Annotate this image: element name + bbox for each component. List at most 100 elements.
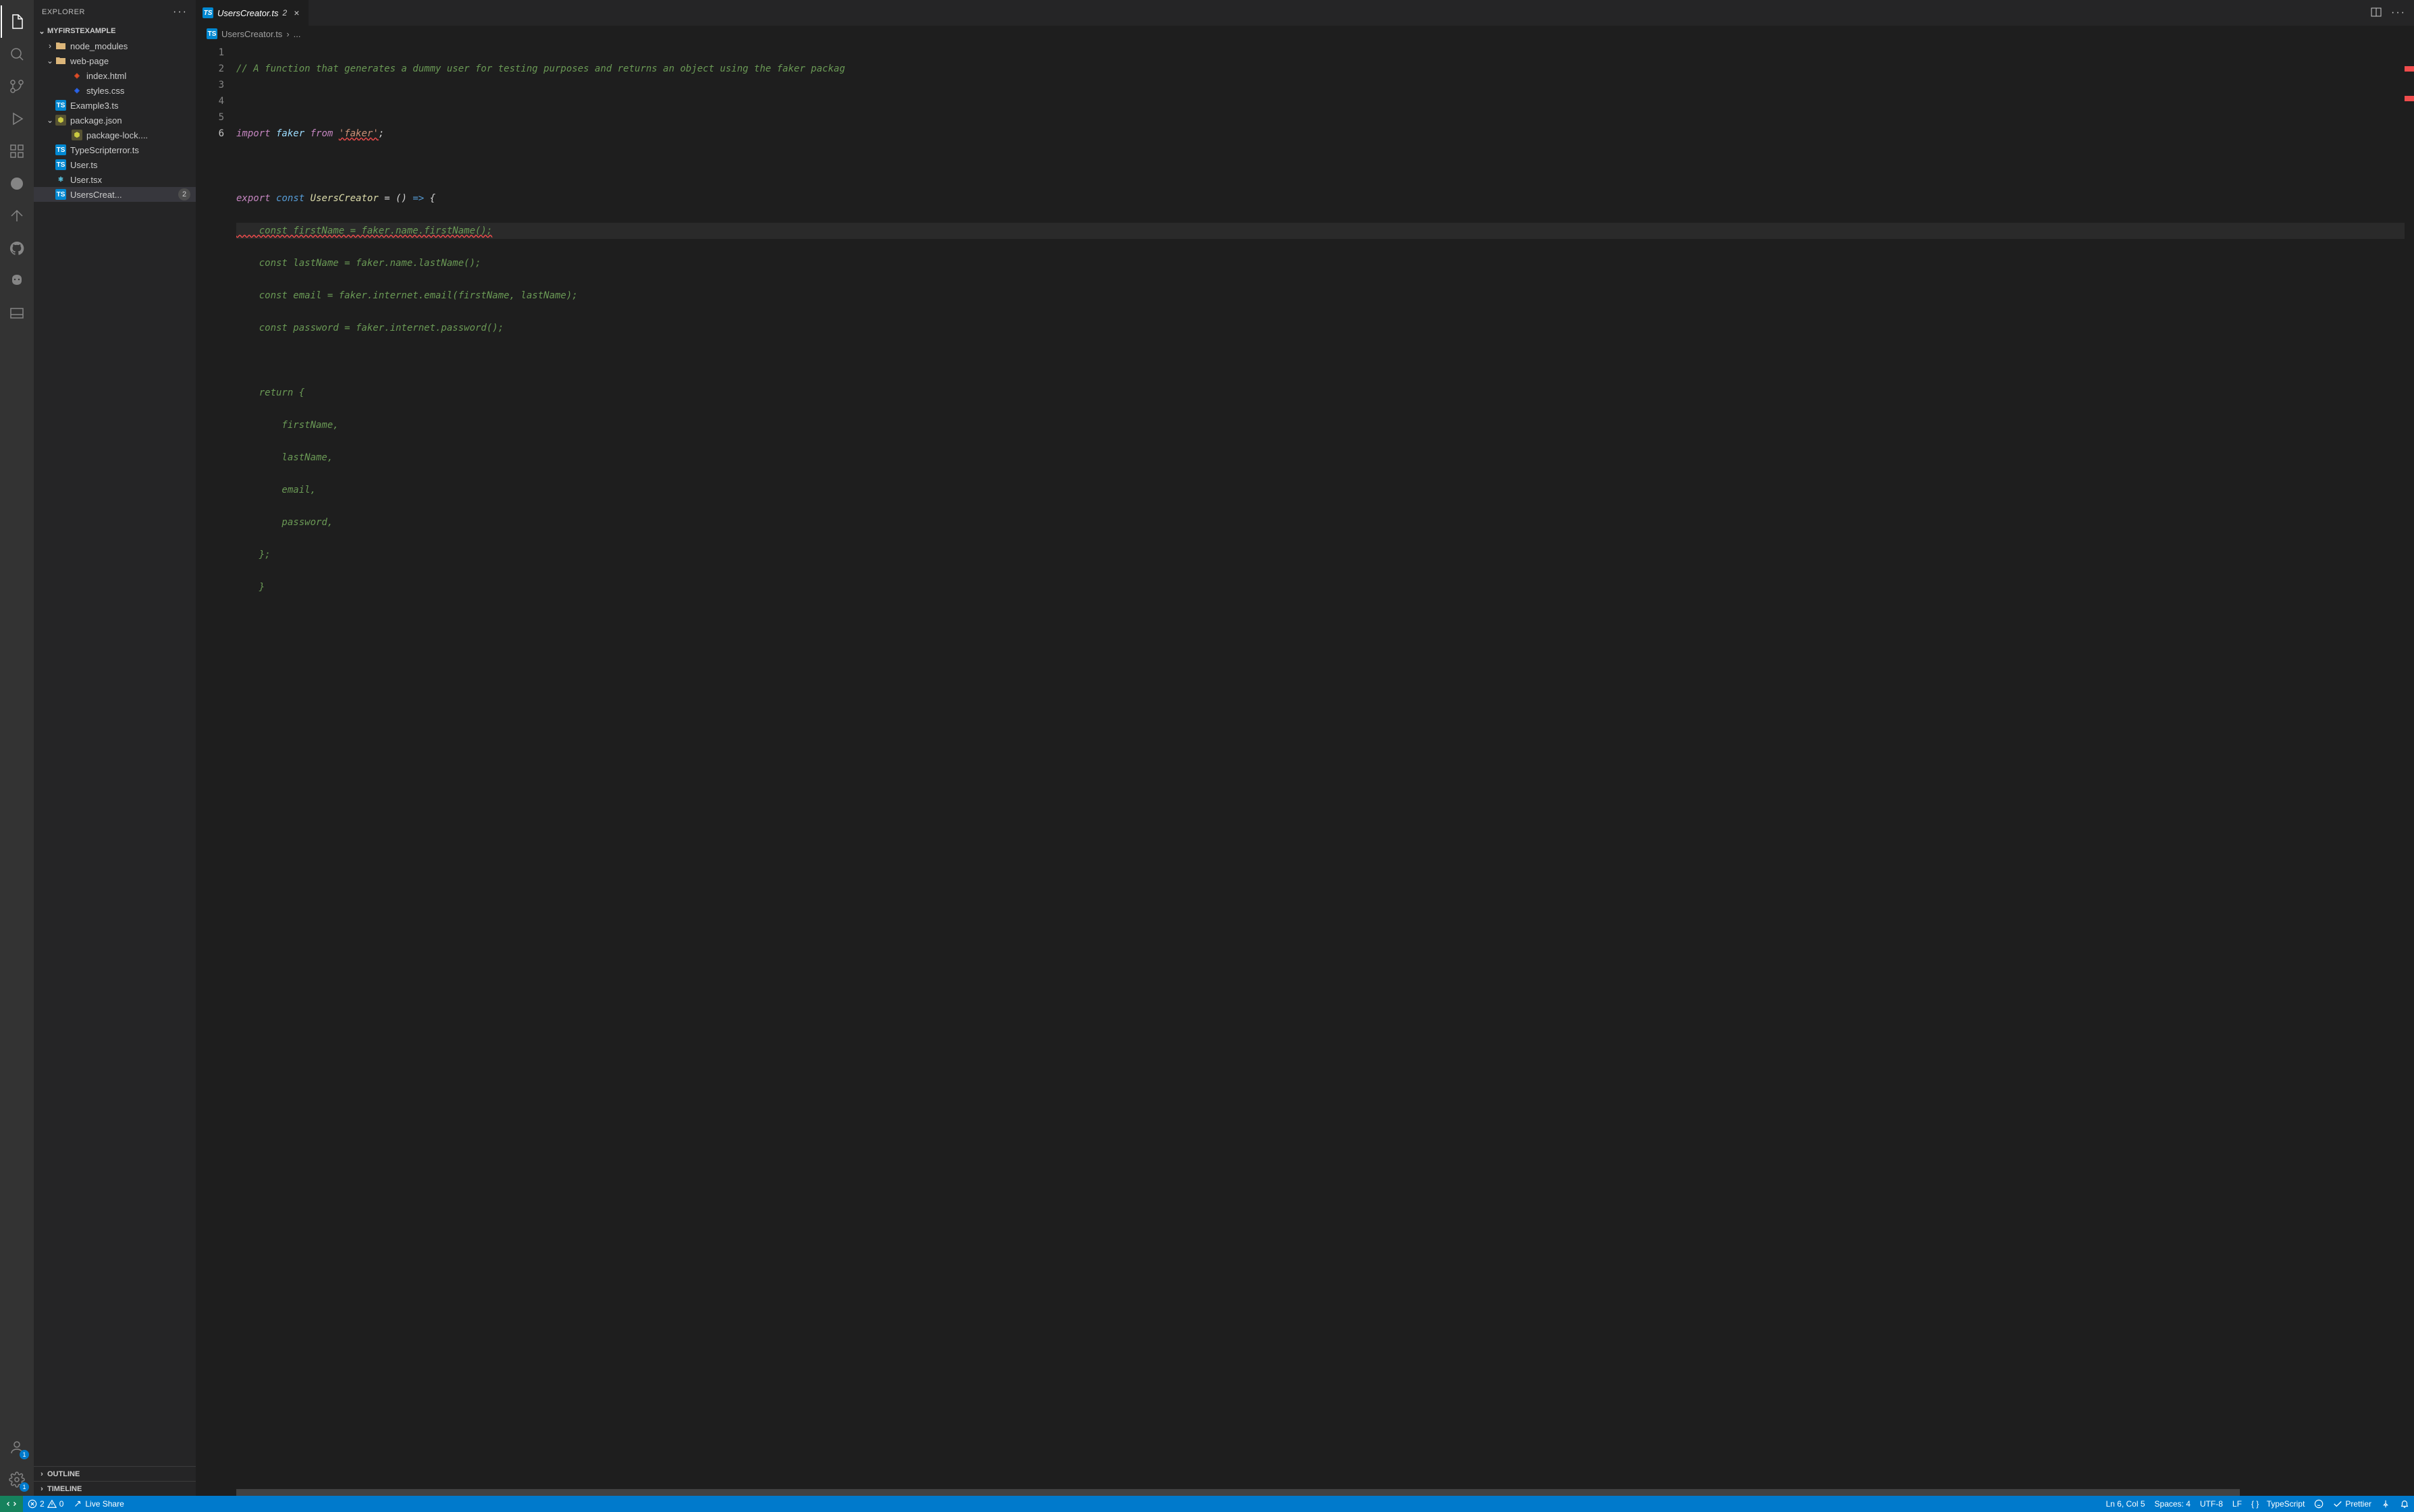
- tab-users-creator[interactable]: TS UsersCreator.ts 2 ×: [196, 0, 309, 26]
- ts-file-icon: TS: [55, 159, 66, 170]
- code-text: // A function that generates a dummy use…: [236, 63, 845, 74]
- tree-file-user-tsx[interactable]: ⚛ User.tsx: [34, 172, 196, 187]
- cursor-position[interactable]: Ln 6, Col 5: [2101, 1496, 2149, 1512]
- chevron-right-icon: ›: [286, 29, 289, 39]
- file-tree: › node_modules ⌄web-page ◈index.html ◈ sty…: [34, 38, 196, 1466]
- split-editor-icon[interactable]: [2371, 7, 2382, 20]
- ts-file-icon: TS: [55, 100, 66, 111]
- live-share-label: Live Share: [85, 1499, 124, 1509]
- tree-file-ts-error[interactable]: TSTypeScripterror.ts: [34, 142, 196, 157]
- settings-badge: 1: [20, 1482, 29, 1492]
- github-icon[interactable]: [1, 232, 33, 265]
- code-content[interactable]: // A function that generates a dummy use…: [236, 42, 2405, 1489]
- tree-label: Example3.ts: [70, 101, 119, 111]
- timeline-label: TIMELINE: [47, 1485, 82, 1493]
- quokka-icon[interactable]: [1, 167, 33, 200]
- overview-ruler[interactable]: [2405, 42, 2414, 1489]
- breadcrumb[interactable]: TS UsersCreator.ts › ...: [196, 26, 2414, 42]
- react-file-icon: ⚛: [55, 174, 66, 185]
- run-debug-icon[interactable]: [1, 103, 33, 135]
- chevron-down-icon: ⌄: [36, 27, 47, 36]
- close-icon[interactable]: ×: [291, 7, 302, 18]
- search-icon[interactable]: [1, 38, 33, 70]
- line-number: 2: [196, 61, 224, 77]
- tree-label: TypeScripterror.ts: [70, 145, 139, 155]
- tree-folder-node-modules[interactable]: › node_modules: [34, 38, 196, 53]
- tree-label: User.tsx: [70, 175, 102, 185]
- extensions-icon[interactable]: [1, 135, 33, 167]
- json-file-icon: ⬢: [55, 115, 66, 126]
- project-section[interactable]: ⌄ MYFIRSTEXAMPLE: [34, 24, 196, 38]
- problems-indicator[interactable]: 2 0: [23, 1496, 68, 1512]
- feedback-icon[interactable]: [2309, 1496, 2328, 1512]
- json-file-icon: ⬢: [72, 130, 82, 140]
- tree-file-example3[interactable]: TS Example3.ts: [34, 98, 196, 113]
- eol[interactable]: LF: [2228, 1496, 2247, 1512]
- encoding[interactable]: UTF-8: [2195, 1496, 2228, 1512]
- tree-label: node_modules: [70, 41, 128, 51]
- copilot-icon[interactable]: [1, 265, 33, 297]
- accounts-icon[interactable]: 1: [1, 1431, 33, 1463]
- breadcrumb-file: UsersCreator.ts: [221, 29, 282, 39]
- tree-label: User.ts: [70, 160, 97, 170]
- tab-problem-count: 2: [283, 8, 288, 18]
- live-share[interactable]: Live Share: [68, 1496, 128, 1512]
- error-marker: [2405, 66, 2414, 72]
- tree-folder-web-page[interactable]: ⌄web-page: [34, 53, 196, 68]
- indentation[interactable]: Spaces: 4: [2150, 1496, 2195, 1512]
- scrollbar-thumb[interactable]: [236, 1489, 2240, 1496]
- folder-open-icon: [55, 55, 66, 66]
- tab-label: UsersCreator.ts: [217, 8, 279, 18]
- code-editor[interactable]: 1 2 3 4 5 6 // A function that generates…: [196, 42, 2414, 1489]
- outline-section[interactable]: ›OUTLINE: [34, 1466, 196, 1481]
- settings-gear-icon[interactable]: 1: [1, 1463, 33, 1496]
- line-number: 5: [196, 109, 224, 126]
- accounts-badge: 1: [20, 1450, 29, 1459]
- folder-icon: [55, 40, 66, 51]
- timeline-section[interactable]: ›TIMELINE: [34, 1481, 196, 1496]
- code-suggestion: const firstName = faker.name.firstName()…: [236, 225, 492, 236]
- chevron-right-icon: ›: [45, 41, 55, 51]
- language-mode[interactable]: { } TypeScript: [2247, 1496, 2309, 1512]
- tree-file-user-ts[interactable]: TS User.ts: [34, 157, 196, 172]
- breadcrumb-rest: ...: [294, 29, 301, 39]
- chevron-right-icon: ›: [36, 1470, 47, 1478]
- tree-file-index-html[interactable]: ◈index.html: [34, 68, 196, 83]
- editor-more-icon[interactable]: ···: [2391, 7, 2406, 19]
- error-count: 2: [40, 1499, 45, 1509]
- prettier-status[interactable]: Prettier: [2328, 1496, 2376, 1512]
- source-control-icon[interactable]: [1, 70, 33, 103]
- chevron-right-icon: ›: [36, 1485, 47, 1493]
- tab-bar: TS UsersCreator.ts 2 × ···: [196, 0, 2414, 26]
- line-number: 1: [196, 45, 224, 61]
- tree-file-package-json[interactable]: ⌄⬢package.json: [34, 113, 196, 128]
- editor-group: TS UsersCreator.ts 2 × ··· TS UsersCreat…: [196, 0, 2414, 1496]
- status-bar: 2 0 Live Share Ln 6, Col 5 Spaces: 4 UTF…: [0, 1496, 2414, 1512]
- tree-label: package-lock....: [86, 130, 148, 140]
- explorer-icon[interactable]: [1, 5, 33, 38]
- tree-label: package.json: [70, 115, 122, 126]
- tree-label: UsersCreat...: [70, 190, 122, 200]
- ts-file-icon: TS: [55, 189, 66, 200]
- tree-file-styles-css[interactable]: ◈ styles.css: [34, 83, 196, 98]
- project-name: MYFIRSTEXAMPLE: [47, 27, 115, 35]
- remote-indicator[interactable]: [0, 1496, 23, 1512]
- tree-file-package-lock[interactable]: ⬢ package-lock....: [34, 128, 196, 142]
- problem-count: 2: [178, 188, 190, 200]
- outline-label: OUTLINE: [47, 1470, 80, 1478]
- bell-icon[interactable]: [2395, 1496, 2414, 1512]
- css-file-icon: ◈: [72, 85, 82, 96]
- pin-icon[interactable]: [2376, 1496, 2395, 1512]
- activity-bar: 1 1: [0, 0, 34, 1496]
- horizontal-scrollbar[interactable]: [236, 1489, 2414, 1496]
- tree-file-users-creator[interactable]: TS UsersCreat... 2: [34, 187, 196, 202]
- line-number: 4: [196, 93, 224, 109]
- chevron-down-icon: ⌄: [45, 56, 55, 65]
- tree-label: index.html: [86, 71, 126, 81]
- remote-share-icon[interactable]: [1, 200, 33, 232]
- ts-file-icon: TS: [207, 28, 217, 39]
- tree-label: styles.css: [86, 86, 124, 96]
- panel-icon[interactable]: [1, 297, 33, 329]
- sidebar-title: EXPLORER: [42, 8, 85, 16]
- sidebar-more-icon[interactable]: ···: [173, 6, 188, 18]
